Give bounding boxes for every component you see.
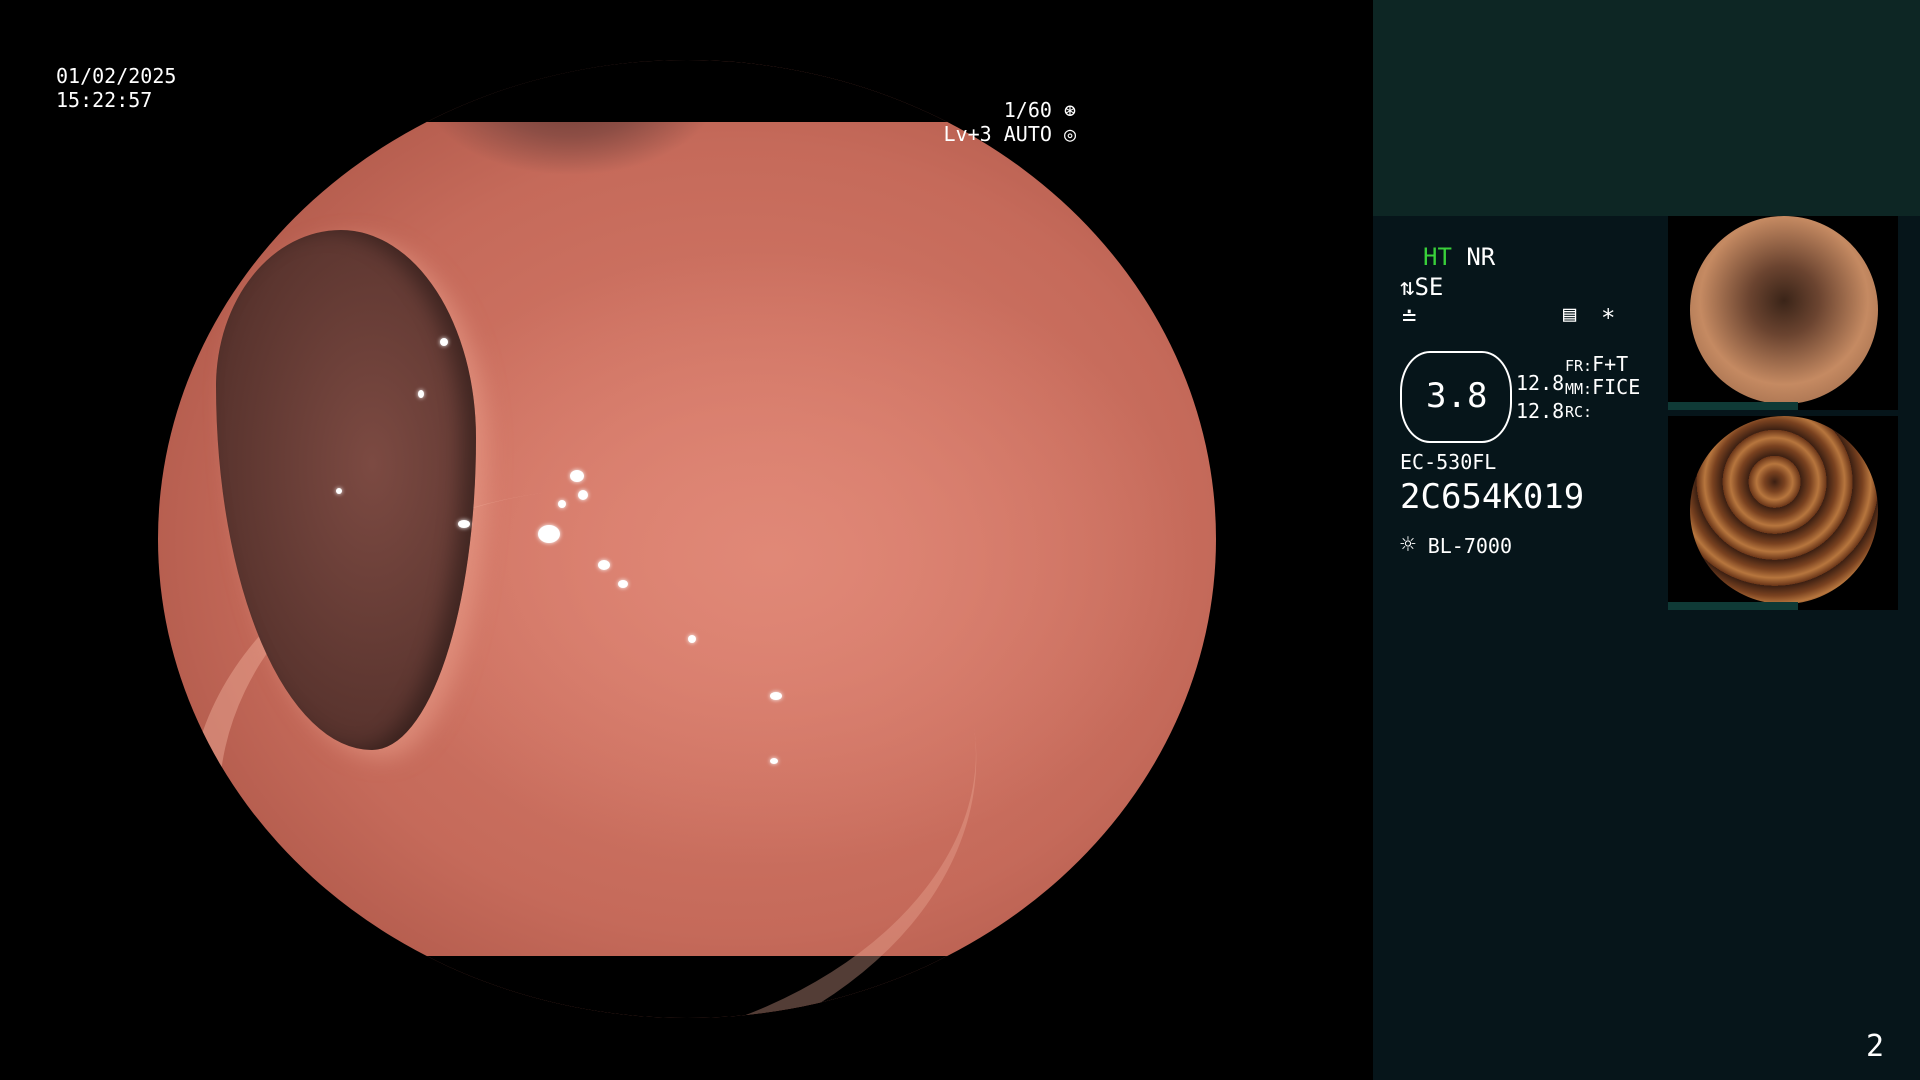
specular-highlight	[418, 390, 424, 398]
fr-value: F+T	[1592, 352, 1629, 376]
specular-highlight	[570, 470, 584, 482]
panel-header-area	[1373, 0, 1920, 216]
zoom-value: 3.8	[1426, 376, 1488, 416]
shutter-icon: ⊛	[1063, 98, 1076, 122]
mm-row: MM:FICE	[1565, 375, 1640, 399]
time-text: 15:22:57	[56, 88, 153, 112]
fr-label: FR:	[1565, 357, 1593, 375]
level-text: Lv+3 AUTO	[943, 122, 1052, 146]
info-panel: HT NR ⇅SE ≐ ▤ * 3.8 12.8 12.8 FR:F+T MM:…	[1373, 0, 1920, 1080]
specular-highlight	[558, 500, 566, 508]
star-marker: *	[1601, 304, 1616, 332]
rc-label: RC:	[1565, 403, 1593, 421]
specular-highlight	[598, 560, 610, 570]
specular-highlight	[688, 635, 696, 643]
mm-value: FICE	[1592, 375, 1641, 399]
thumbnail-bar	[1668, 402, 1798, 410]
se-row: ⇅SE	[1400, 273, 1443, 301]
thumbnail-bar	[1668, 602, 1798, 610]
capture-thumbnail[interactable]	[1668, 216, 1898, 410]
settings-list-icon: ▤	[1563, 302, 1577, 327]
page-number: 2	[1865, 1029, 1884, 1064]
specular-highlight	[578, 490, 588, 500]
light-source-row: ☼ BL-7000	[1400, 530, 1512, 560]
thumbnail-image	[1690, 216, 1878, 404]
specular-highlight	[618, 580, 628, 588]
date-text: 01/02/2025	[56, 64, 177, 88]
mode-indicator: HT NR	[1423, 243, 1495, 271]
specular-highlight	[458, 520, 470, 528]
shutter-text: 1/60	[1003, 98, 1052, 122]
noise-filter-icon: ≐	[1402, 303, 1417, 331]
specular-highlight	[770, 692, 782, 700]
specular-highlight	[440, 338, 448, 346]
fr-row: FR:F+T	[1565, 352, 1628, 376]
specular-highlight	[770, 758, 778, 764]
se-label: SE	[1414, 273, 1444, 301]
capture-thumbnail[interactable]	[1668, 416, 1898, 610]
value-a: 12.8	[1516, 371, 1565, 395]
light-source-icon: ☼	[1400, 530, 1416, 560]
mode-nr: NR	[1466, 243, 1496, 271]
exposure-info: 1/60 ⊛ Lv+3 AUTO ◎	[944, 98, 1076, 146]
timestamp: 01/02/2025 15:22:57	[56, 64, 176, 112]
mm-label: MM:	[1565, 380, 1593, 398]
thumbnail-image	[1690, 416, 1878, 604]
light-source-text: BL-7000	[1427, 534, 1512, 558]
structure-enhance-icon: ⇅	[1400, 273, 1415, 301]
specular-highlight	[336, 488, 342, 494]
scope-model: EC-530FL	[1400, 450, 1497, 474]
scope-serial: 2C654K019	[1400, 477, 1585, 517]
value-b: 12.8	[1516, 399, 1565, 423]
iris-icon: ◎	[1063, 122, 1076, 146]
specular-highlight	[538, 525, 560, 543]
endoscope-view	[158, 60, 1216, 1018]
mode-ht: HT	[1423, 243, 1452, 271]
